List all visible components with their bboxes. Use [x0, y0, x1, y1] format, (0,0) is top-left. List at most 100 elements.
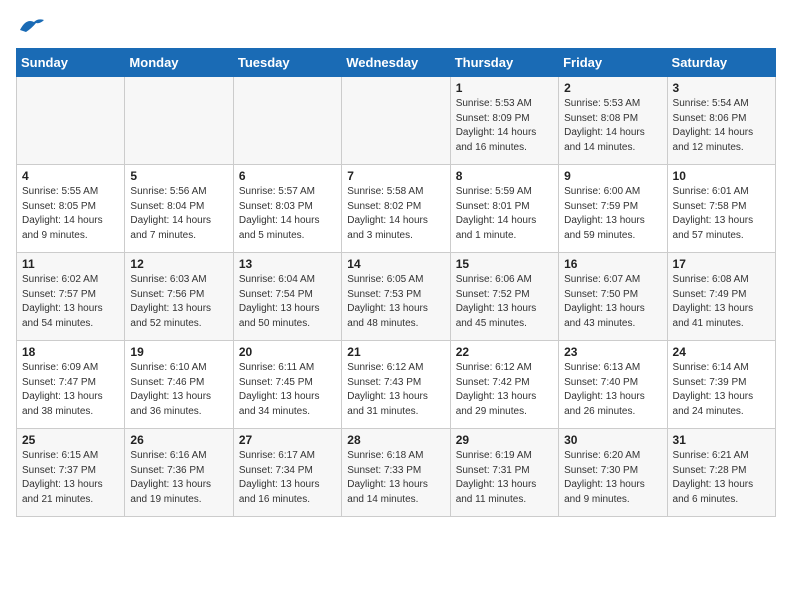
day-number: 15 [456, 257, 553, 271]
day-detail: Sunrise: 6:21 AM Sunset: 7:28 PM Dayligh… [673, 449, 770, 507]
day-cell: 31 Sunrise: 6:21 AM Sunset: 7:28 PM Dayli… [667, 429, 775, 517]
day-cell: 21 Sunrise: 6:12 AM Sunset: 7:43 PM Dayli… [342, 341, 450, 429]
day-number: 1 [456, 81, 553, 95]
day-cell: 16 Sunrise: 6:07 AM Sunset: 7:50 PM Dayli… [559, 253, 667, 341]
day-detail: Sunrise: 6:13 AM Sunset: 7:40 PM Dayligh… [564, 361, 661, 419]
day-number: 16 [564, 257, 661, 271]
day-cell: 12Sunrise: 6:03 AM Sunset: 7:56 PM Dayli… [125, 253, 233, 341]
weekday-friday: Friday [559, 49, 667, 77]
day-detail: Sunrise: 6:03 AM Sunset: 7:56 PM Dayligh… [130, 273, 227, 331]
day-cell: 25 Sunrise: 6:15 AM Sunset: 7:37 PM Dayli… [17, 429, 125, 517]
day-cell: 20Sunrise: 6:11 AM Sunset: 7:45 PM Dayli… [233, 341, 341, 429]
weekday-wednesday: Wednesday [342, 49, 450, 77]
day-number: 8 [456, 169, 553, 183]
logo [16, 16, 46, 36]
day-cell: 2 Sunrise: 5:53 AM Sunset: 8:08 PM Daylig… [559, 77, 667, 165]
day-cell: 18 Sunrise: 6:09 AM Sunset: 7:47 PM Dayli… [17, 341, 125, 429]
day-cell: 24 Sunrise: 6:14 AM Sunset: 7:39 PM Dayli… [667, 341, 775, 429]
weekday-monday: Monday [125, 49, 233, 77]
day-cell: 11 Sunrise: 6:02 AM Sunset: 7:57 PM Dayli… [17, 253, 125, 341]
day-detail: Sunrise: 5:56 AM Sunset: 8:04 PM Dayligh… [130, 185, 227, 243]
day-cell: 15 Sunrise: 6:06 AM Sunset: 7:52 PM Dayli… [450, 253, 558, 341]
day-number: 24 [673, 345, 770, 359]
day-number: 11 [22, 257, 119, 271]
day-number: 30 [564, 433, 661, 447]
day-number: 19 [130, 345, 227, 359]
day-detail: Sunrise: 6:07 AM Sunset: 7:50 PM Dayligh… [564, 273, 661, 331]
day-cell [125, 77, 233, 165]
day-detail: Sunrise: 6:09 AM Sunset: 7:47 PM Dayligh… [22, 361, 119, 419]
page-header [16, 16, 776, 36]
day-cell [342, 77, 450, 165]
day-cell: 27 Sunrise: 6:17 AM Sunset: 7:34 PM Dayli… [233, 429, 341, 517]
day-cell: 17Sunrise: 6:08 AM Sunset: 7:49 PM Dayli… [667, 253, 775, 341]
day-number: 13 [239, 257, 336, 271]
calendar-header: SundayMondayTuesdayWednesdayThursdayFrid… [17, 49, 776, 77]
day-cell: 13 Sunrise: 6:04 AM Sunset: 7:54 PM Dayli… [233, 253, 341, 341]
day-number: 18 [22, 345, 119, 359]
day-number: 17 [673, 257, 770, 271]
day-number: 28 [347, 433, 444, 447]
day-detail: Sunrise: 5:58 AM Sunset: 8:02 PM Dayligh… [347, 185, 444, 243]
day-number: 26 [130, 433, 227, 447]
day-number: 5 [130, 169, 227, 183]
day-detail: Sunrise: 5:57 AM Sunset: 8:03 PM Dayligh… [239, 185, 336, 243]
weekday-thursday: Thursday [450, 49, 558, 77]
day-cell [233, 77, 341, 165]
day-detail: Sunrise: 5:53 AM Sunset: 8:08 PM Dayligh… [564, 97, 661, 155]
day-number: 2 [564, 81, 661, 95]
week-row-0: 1 Sunrise: 5:53 AM Sunset: 8:09 PM Daylig… [17, 77, 776, 165]
day-number: 4 [22, 169, 119, 183]
day-detail: Sunrise: 5:54 AM Sunset: 8:06 PM Dayligh… [673, 97, 770, 155]
day-cell: 4Sunrise: 5:55 AM Sunset: 8:05 PM Daylig… [17, 165, 125, 253]
day-cell: 10 Sunrise: 6:01 AM Sunset: 7:58 PM Dayli… [667, 165, 775, 253]
day-number: 21 [347, 345, 444, 359]
day-cell: 6 Sunrise: 5:57 AM Sunset: 8:03 PM Daylig… [233, 165, 341, 253]
logo-bird-icon [18, 16, 46, 36]
day-cell: 14Sunrise: 6:05 AM Sunset: 7:53 PM Dayli… [342, 253, 450, 341]
day-detail: Sunrise: 6:12 AM Sunset: 7:43 PM Dayligh… [347, 361, 444, 419]
day-detail: Sunrise: 6:02 AM Sunset: 7:57 PM Dayligh… [22, 273, 119, 331]
weekday-tuesday: Tuesday [233, 49, 341, 77]
day-cell: 5 Sunrise: 5:56 AM Sunset: 8:04 PM Daylig… [125, 165, 233, 253]
calendar-table: SundayMondayTuesdayWednesdayThursdayFrid… [16, 48, 776, 517]
day-detail: Sunrise: 6:14 AM Sunset: 7:39 PM Dayligh… [673, 361, 770, 419]
day-detail: Sunrise: 6:15 AM Sunset: 7:37 PM Dayligh… [22, 449, 119, 507]
day-number: 22 [456, 345, 553, 359]
day-number: 27 [239, 433, 336, 447]
day-cell: 1 Sunrise: 5:53 AM Sunset: 8:09 PM Daylig… [450, 77, 558, 165]
weekday-sunday: Sunday [17, 49, 125, 77]
day-number: 25 [22, 433, 119, 447]
day-number: 7 [347, 169, 444, 183]
day-cell: 28Sunrise: 6:18 AM Sunset: 7:33 PM Dayli… [342, 429, 450, 517]
week-row-3: 18 Sunrise: 6:09 AM Sunset: 7:47 PM Dayli… [17, 341, 776, 429]
day-number: 20 [239, 345, 336, 359]
day-number: 6 [239, 169, 336, 183]
day-cell: 29Sunrise: 6:19 AM Sunset: 7:31 PM Dayli… [450, 429, 558, 517]
day-number: 9 [564, 169, 661, 183]
day-cell: 8 Sunrise: 5:59 AM Sunset: 8:01 PM Daylig… [450, 165, 558, 253]
day-detail: Sunrise: 6:04 AM Sunset: 7:54 PM Dayligh… [239, 273, 336, 331]
day-detail: Sunrise: 6:16 AM Sunset: 7:36 PM Dayligh… [130, 449, 227, 507]
day-number: 14 [347, 257, 444, 271]
day-detail: Sunrise: 6:06 AM Sunset: 7:52 PM Dayligh… [456, 273, 553, 331]
calendar-body: 1 Sunrise: 5:53 AM Sunset: 8:09 PM Daylig… [17, 77, 776, 517]
day-number: 29 [456, 433, 553, 447]
day-cell: 30Sunrise: 6:20 AM Sunset: 7:30 PM Dayli… [559, 429, 667, 517]
day-number: 31 [673, 433, 770, 447]
day-number: 10 [673, 169, 770, 183]
day-cell: 22Sunrise: 6:12 AM Sunset: 7:42 PM Dayli… [450, 341, 558, 429]
day-detail: Sunrise: 6:00 AM Sunset: 7:59 PM Dayligh… [564, 185, 661, 243]
day-cell: 26 Sunrise: 6:16 AM Sunset: 7:36 PM Dayli… [125, 429, 233, 517]
day-cell: 9 Sunrise: 6:00 AM Sunset: 7:59 PM Daylig… [559, 165, 667, 253]
week-row-4: 25 Sunrise: 6:15 AM Sunset: 7:37 PM Dayli… [17, 429, 776, 517]
day-detail: Sunrise: 6:17 AM Sunset: 7:34 PM Dayligh… [239, 449, 336, 507]
day-number: 23 [564, 345, 661, 359]
day-cell: 7 Sunrise: 5:58 AM Sunset: 8:02 PM Daylig… [342, 165, 450, 253]
day-detail: Sunrise: 6:01 AM Sunset: 7:58 PM Dayligh… [673, 185, 770, 243]
weekday-row: SundayMondayTuesdayWednesdayThursdayFrid… [17, 49, 776, 77]
day-detail: Sunrise: 5:59 AM Sunset: 8:01 PM Dayligh… [456, 185, 553, 243]
day-detail: Sunrise: 6:10 AM Sunset: 7:46 PM Dayligh… [130, 361, 227, 419]
week-row-1: 4Sunrise: 5:55 AM Sunset: 8:05 PM Daylig… [17, 165, 776, 253]
day-detail: Sunrise: 5:53 AM Sunset: 8:09 PM Dayligh… [456, 97, 553, 155]
